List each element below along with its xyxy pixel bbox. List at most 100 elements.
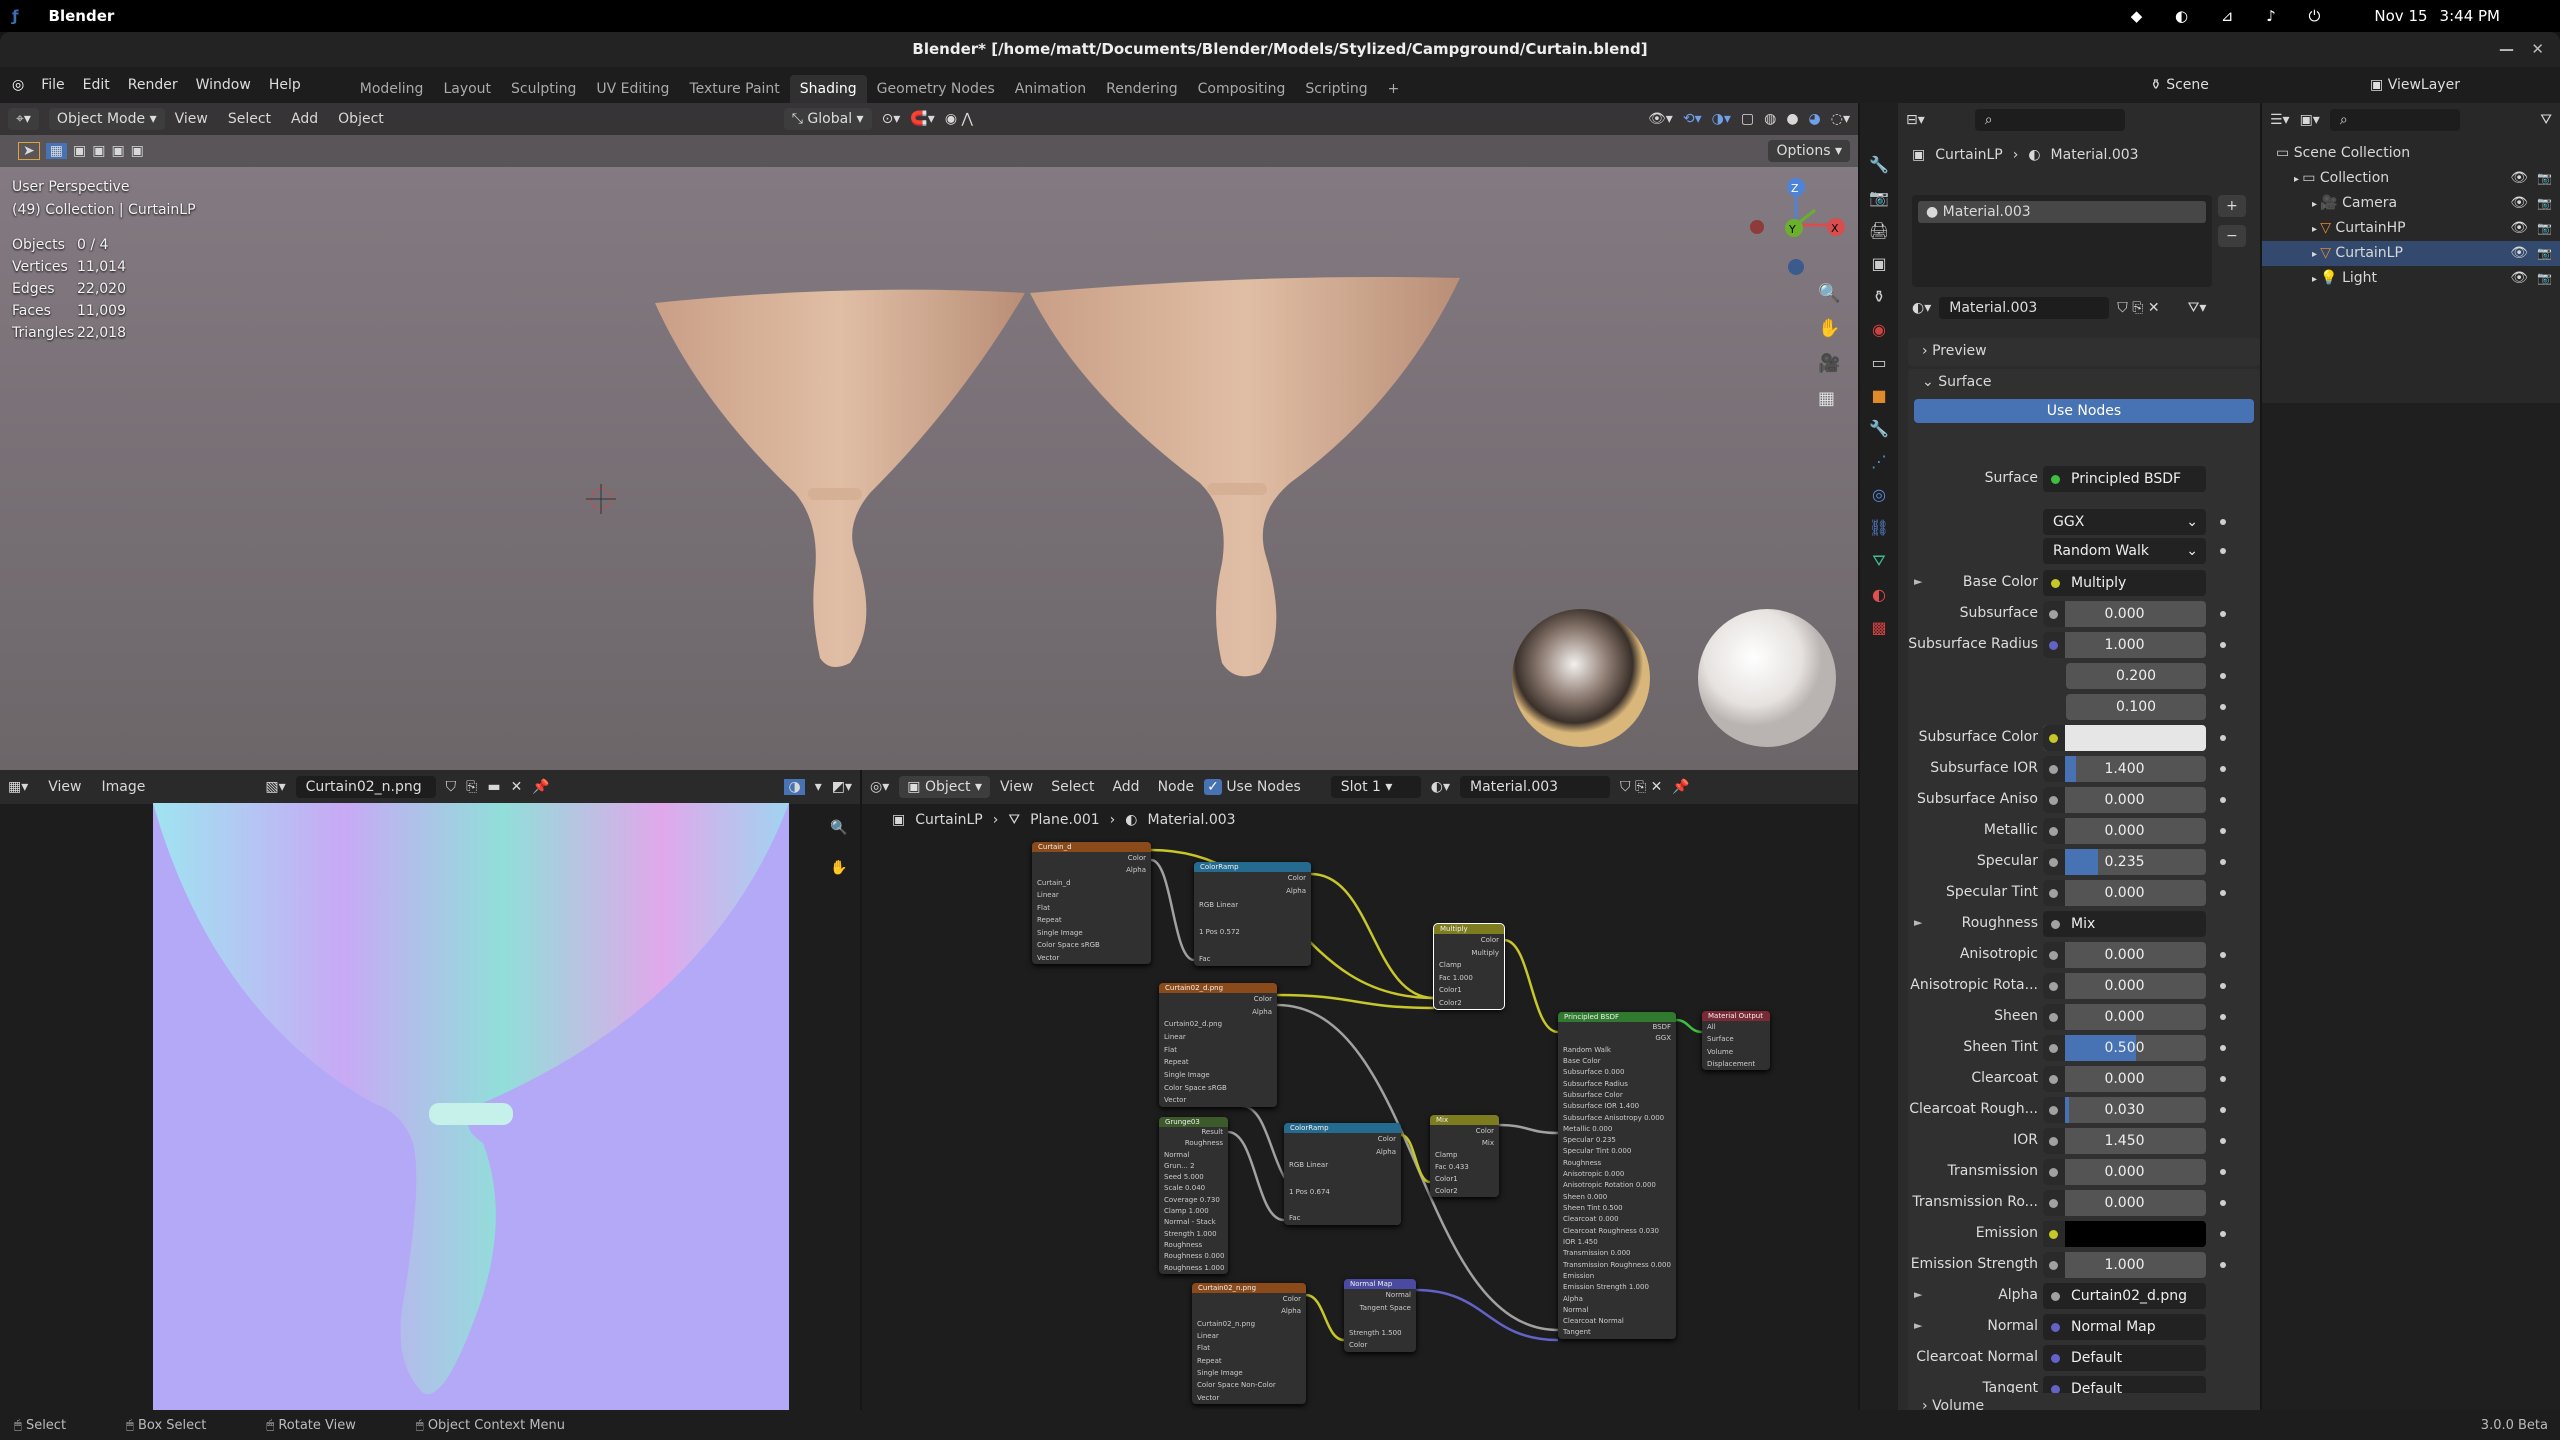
shader-node-editor[interactable]: ◎▾ ▣ Object ▾ View Select Add Node ✓ Use No… (862, 770, 1858, 1410)
keyframe-dot-icon[interactable] (2220, 983, 2226, 989)
filter-icon[interactable]: ⛛ (2540, 112, 2552, 128)
property-field[interactable]: 0.000 (2043, 942, 2206, 968)
visibility-eye-icon[interactable]: 👁 (2510, 241, 2528, 266)
menu-file[interactable]: File (32, 77, 73, 93)
socket-button[interactable] (2043, 942, 2065, 968)
browse-image-icon[interactable]: ▧▾ (265, 779, 285, 795)
outliner-item[interactable]: ▸ 🎥 Camera 👁 📷 (2262, 191, 2560, 216)
node-header[interactable]: Normal Map (1344, 1279, 1416, 1289)
keyframe-dot-icon[interactable] (2220, 735, 2226, 741)
menu-view[interactable]: View (48, 779, 81, 795)
keyframe-dot-icon[interactable] (2220, 1014, 2226, 1020)
menu-image[interactable]: Image (102, 779, 146, 795)
outliner-search[interactable]: ⌕ (2329, 109, 2460, 131)
keyframe-dot-icon[interactable] (2220, 548, 2226, 554)
keyframe-dot-icon[interactable] (2220, 1200, 2226, 1206)
node-tree-icon[interactable]: ⛛▾ (2188, 300, 2207, 316)
node-header[interactable]: ColorRamp (1284, 1123, 1401, 1133)
properties-tab-texture-icon[interactable]: ▩ (1871, 618, 1886, 637)
disclosure-triangle-icon[interactable]: ▸ (2294, 174, 2302, 185)
os-app-name[interactable]: Blender (49, 7, 115, 25)
use-nodes-button[interactable]: Use Nodes (1914, 399, 2254, 423)
node-header[interactable]: Grunge03 (1159, 1117, 1228, 1127)
properties-tab-physics-icon[interactable]: ◎ (1872, 485, 1886, 504)
node-principled-bsdf[interactable]: Principled BSDF BSDF GGX Random Walk Base Co… (1558, 1012, 1676, 1339)
socket-button[interactable] (2043, 1190, 2065, 1216)
socket-button[interactable] (2043, 1221, 2065, 1247)
menu-help[interactable]: Help (260, 77, 310, 93)
pan-view-icon[interactable]: ✋ (1818, 318, 1840, 339)
ortho-toggle-icon[interactable]: ▦ (1818, 388, 1840, 409)
image-editor[interactable]: ▦▾ View Image ▧▾ Curtain02_n.png ⛉ ⎘ ▬ ✕ … (0, 770, 860, 1410)
outliner-item[interactable]: ▸ ▽ CurtainHP 👁 📷 (2262, 216, 2560, 241)
keyframe-dot-icon[interactable] (2220, 797, 2226, 803)
properties-tab-scene-icon[interactable]: ⚱ (1872, 287, 1885, 306)
render-camera-icon[interactable]: 📷 (2537, 166, 2552, 191)
overlay-icon[interactable]: ◑ (784, 779, 805, 795)
editor-type-button[interactable]: ⊟▾ (1906, 112, 1925, 128)
socket-button[interactable] (2043, 880, 2065, 906)
keyframe-dot-icon[interactable] (2220, 1107, 2226, 1113)
property-field[interactable] (2043, 725, 2206, 751)
node-header[interactable]: ColorRamp (1194, 862, 1311, 872)
expand-arrow-icon[interactable]: ► (1914, 1288, 1922, 1301)
minimize-window-icon[interactable]: — (2499, 32, 2514, 67)
add-slot-button[interactable]: + (2218, 195, 2246, 217)
keyframe-dot-icon[interactable] (2220, 859, 2226, 865)
menu-window[interactable]: Window (187, 77, 260, 93)
property-field[interactable]: 1.400 (2043, 756, 2206, 782)
property-field[interactable]: 0.200 (2066, 663, 2206, 689)
property-field[interactable]: 0.000 (2043, 1190, 2206, 1216)
properties-search[interactable]: ⌕ (1974, 109, 2125, 131)
keyframe-dot-icon[interactable] (2220, 611, 2226, 617)
node-header[interactable]: Curtain02_n.png (1192, 1283, 1306, 1293)
socket-button[interactable] (2043, 818, 2065, 844)
properties-tab-modifier-icon[interactable]: 🔧 (1869, 419, 1889, 438)
volume-panel-header[interactable]: › Volume (1908, 1393, 2260, 1410)
keyframe-dot-icon[interactable] (2220, 1138, 2226, 1144)
3d-viewport[interactable]: ⌖▾ Object Mode ▾ View Select Add Object ⤡ G… (0, 103, 1858, 770)
material-slot-list[interactable]: ● Material.003 (1912, 195, 2212, 287)
node-grunge03[interactable]: Grunge03 Result Roughness Normal Grun... 2 Se… (1159, 1117, 1228, 1274)
properties-tab-render-icon[interactable]: 📷 (1869, 188, 1889, 207)
property-field[interactable]: Multiply (2043, 570, 2206, 596)
property-field[interactable]: 0.000 (2043, 601, 2206, 627)
node-colorramp[interactable]: ColorRamp Color Alpha RGB Linear 1 Pos 0.572… (1194, 862, 1311, 966)
disclosure-triangle-icon[interactable]: ▸ (2312, 199, 2320, 210)
socket-button[interactable] (2043, 1128, 2065, 1154)
keyframe-dot-icon[interactable] (2220, 704, 2226, 710)
socket-button[interactable] (2043, 849, 2065, 875)
properties-tab-view-layer-icon[interactable]: ▣ (1871, 254, 1886, 273)
socket-button[interactable] (2043, 1159, 2065, 1185)
property-field[interactable]: 1.000 (2043, 1252, 2206, 1278)
properties-tab-output-icon[interactable]: 🖨 (1869, 221, 1889, 240)
properties-tab-collection-icon[interactable]: ▭ (1871, 353, 1886, 372)
expand-arrow-icon[interactable]: ► (1914, 1319, 1922, 1332)
visibility-eye-icon[interactable]: 👁 (2510, 216, 2528, 241)
surface-panel-header[interactable]: ⌄ Surface (1908, 369, 2260, 395)
node-colorramp[interactable]: ColorRamp Color Alpha RGB Linear 1 Pos 0.674… (1284, 1123, 1401, 1225)
property-field[interactable]: 0.000 (2043, 973, 2206, 999)
fake-user-icon[interactable]: ⛉ ⎘ ✕ (2117, 300, 2159, 316)
outliner-item[interactable]: ▸ ▭ Collection 👁 📷 (2262, 166, 2560, 191)
property-field[interactable]: 0.000 (2043, 818, 2206, 844)
fake-user-icon[interactable]: ⛉ (446, 779, 457, 795)
property-field[interactable]: 0.100 (2066, 694, 2206, 720)
keyframe-dot-icon[interactable] (2220, 1231, 2226, 1237)
disclosure-triangle-icon[interactable]: ▸ (2312, 224, 2320, 235)
property-field[interactable]: 0.000 (2043, 787, 2206, 813)
material-slot-item[interactable]: ● Material.003 (1918, 201, 2206, 223)
property-field[interactable]: 0.000 (2043, 1004, 2206, 1030)
properties-tab-constraints-icon[interactable]: ⛓ (1869, 518, 1889, 537)
outliner-item[interactable]: ▸ 💡 Light 👁 📷 (2262, 266, 2560, 291)
close-window-icon[interactable]: ✕ (2531, 32, 2544, 67)
socket-button[interactable] (2043, 756, 2065, 782)
view-layer-icon[interactable]: ▣▾ (2300, 112, 2320, 128)
property-field[interactable]: 0.000 (2043, 1066, 2206, 1092)
keyframe-dot-icon[interactable] (2220, 1076, 2226, 1082)
property-field[interactable]: Mix (2043, 911, 2206, 937)
image-name-field[interactable]: Curtain02_n.png (295, 776, 436, 798)
properties-tab-world-icon[interactable]: ◉ (1872, 320, 1886, 339)
blender-logo-icon[interactable]: ◎ (12, 77, 24, 93)
property-field[interactable]: 0.000 (2043, 1159, 2206, 1185)
